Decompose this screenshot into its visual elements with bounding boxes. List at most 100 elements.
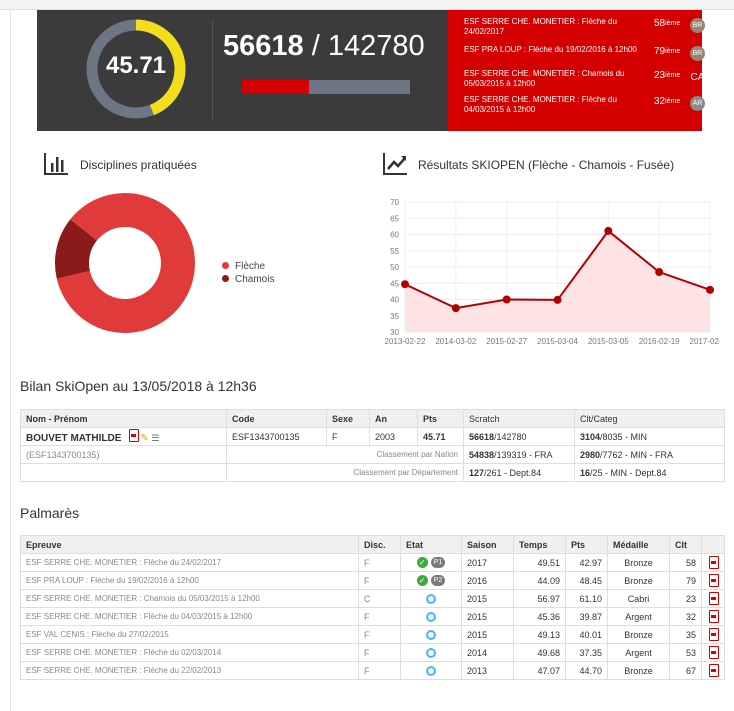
event-name[interactable]: ESF SERRE CHE. MONETIER : Flèche du 02/0… [20,643,359,662]
pdf-cell [701,589,725,608]
discipline: F [358,607,401,626]
athlete-code: ESF1343700135 [226,427,327,446]
season: 2013 [461,661,514,680]
points: 42.97 [565,553,608,572]
recent-result-rank: 79ième [654,47,680,57]
recent-result-label: ESF SERRE CHE. MONETIER : Chamois du 05/… [464,69,625,88]
palmares-row[interactable]: ESF SERRE CHE. MONETIER : Flèche du 22/0… [20,661,725,680]
pencil-icon[interactable]: ✎ [140,433,148,444]
y-tick-label: 70 [390,198,399,207]
rank: 67 [669,661,702,680]
rank-suffix: ième [665,20,681,27]
palmares-row[interactable]: ESF SERRE CHE. MONETIER : Flèche du 04/0… [20,607,725,626]
discipline: F [358,571,401,590]
recent-result-label: ESF SERRE CHE. MONETIER : Flèche du 24/0… [464,17,617,36]
discipline: F [358,661,401,680]
medal: Bronze [607,661,670,680]
recent-result-item[interactable]: ESF PRA LOUP : Flèche du 19/02/2016 à 12… [464,43,705,67]
rank-suffix: ième [665,72,681,79]
rank-number: 32 [654,96,666,107]
medal: Bronze [607,571,670,590]
y-tick-label: 65 [390,214,399,223]
time: 49.68 [513,643,566,662]
divider [212,20,213,120]
y-tick-label: 30 [390,328,399,337]
rank-number: 58 [654,18,666,29]
medal: Cabri [607,589,670,608]
rank: 58 [669,553,702,572]
palmares-row[interactable]: ESF SERRE CHE. MONETIER : Flèche du 24/0… [20,553,725,572]
pdf-icon[interactable] [708,627,719,641]
dept-categ-rank-value: 16 [580,467,591,478]
points: 40.01 [565,625,608,644]
palmares-row[interactable]: ESF SERRE CHE. MONETIER : Chamois du 05/… [20,589,725,608]
pdf-icon[interactable] [708,591,719,605]
legend-item-fleche: Flèche [222,260,274,273]
bilan-athlete-row: BOUVET MATHILDE ✎ ☰ ESF1343700135 F 2003… [20,427,725,446]
season: 2015 [461,625,514,644]
y-tick-label: 35 [390,312,399,321]
list-icon[interactable]: ☰ [151,433,159,443]
rank: 32 [669,607,702,626]
check-icon: ✓ [416,557,428,569]
pdf-icon[interactable] [708,555,719,569]
pdf-icon[interactable] [708,609,719,623]
medal: Argent [607,643,670,662]
nation-scratch: 54838/139319 - FRA [463,445,575,464]
recent-result-item[interactable]: ESF SERRE CHE. MONETIER : Chamois du 05/… [464,67,704,91]
data-point [706,285,714,294]
scratch-rank-value: 56618 [469,431,495,442]
event-name[interactable]: ESF SERRE CHE. MONETIER : Chamois du 05/… [20,589,359,608]
nation-rank-value: 54838 [469,449,495,460]
rank-number: 79 [654,46,666,57]
event-name[interactable]: ESF PRA LOUP : Flèche du 19/02/2016 à 12… [20,571,359,590]
rank: 53 [669,643,702,662]
rank: 23 [669,589,702,608]
event-name[interactable]: ESF SERRE CHE. MONETIER : Flèche du 04/0… [20,607,359,626]
palmares-table: Epreuve Disc. Etat Saison Temps Pts Méda… [20,535,725,680]
points-gauge: 45.71 [81,14,191,124]
time: 44.09 [513,571,566,590]
bilan-dept-row: Classement par Département 127/261 - Dep… [20,463,725,482]
palmares-row[interactable]: ESF SERRE CHE. MONETIER : Flèche du 02/0… [20,643,725,662]
data-point [502,295,511,304]
recent-result-item[interactable]: ESF SERRE CHE. MONETIER : Flèche du 24/0… [464,15,705,39]
season: 2016 [461,571,514,590]
athlete-code-paren: (ESF1343700135) [20,445,227,464]
col-header: Pts [565,535,608,554]
pdf-icon[interactable] [708,573,719,587]
points: 39.87 [565,607,608,626]
podium-badge: P1 [430,557,446,569]
palmares-row[interactable]: ESF PRA LOUP : Flèche du 19/02/2016 à 12… [20,571,725,590]
athlete-cell: BOUVET MATHILDE ✎ ☰ [20,427,227,446]
event-name[interactable]: ESF SERRE CHE. MONETIER : Flèche du 24/0… [20,553,359,572]
pdf-icon[interactable] [128,429,139,442]
pdf-cell [701,553,725,572]
scratch-ranking: 56618 / 142780 [223,30,433,63]
col-header: Pts [417,409,464,428]
event-name[interactable]: ESF VAL CENIS : Flèche du 27/02/2015 [20,625,359,644]
col-header-pdf [701,535,725,554]
x-tick-label: 2015-03-05 [588,337,629,346]
disciplines-title: Disciplines pratiquées [80,158,197,172]
recent-result-item[interactable]: ESF SERRE CHE. MONETIER : Flèche du 04/0… [464,93,705,117]
scratch-progress-fill [242,80,310,94]
nation-label: Classement par Nation [226,445,464,464]
athlete-points: 45.71 [417,427,464,446]
palmares-header-row: Epreuve Disc. Etat Saison Temps Pts Méda… [20,535,725,554]
col-header: Scratch [463,409,575,428]
medal: Bronze [607,553,670,572]
dept-rank-value: 127 [469,467,485,478]
pdf-icon[interactable] [708,645,719,659]
pdf-icon[interactable] [708,663,719,677]
legend-label: Chamois [235,274,275,285]
points-value: 45.71 [105,52,167,79]
nation-categ: 2980/7762 - MIN - FRA [574,445,725,464]
scratch-rank: 56618 [223,30,304,62]
palmares-row[interactable]: ESF VAL CENIS : Flèche du 27/02/2015 F 201… [20,625,725,644]
legend-dot [222,262,229,269]
event-name[interactable]: ESF SERRE CHE. MONETIER : Flèche du 22/0… [20,661,359,680]
top-bar [0,0,734,10]
status [400,625,462,644]
status [400,589,462,608]
